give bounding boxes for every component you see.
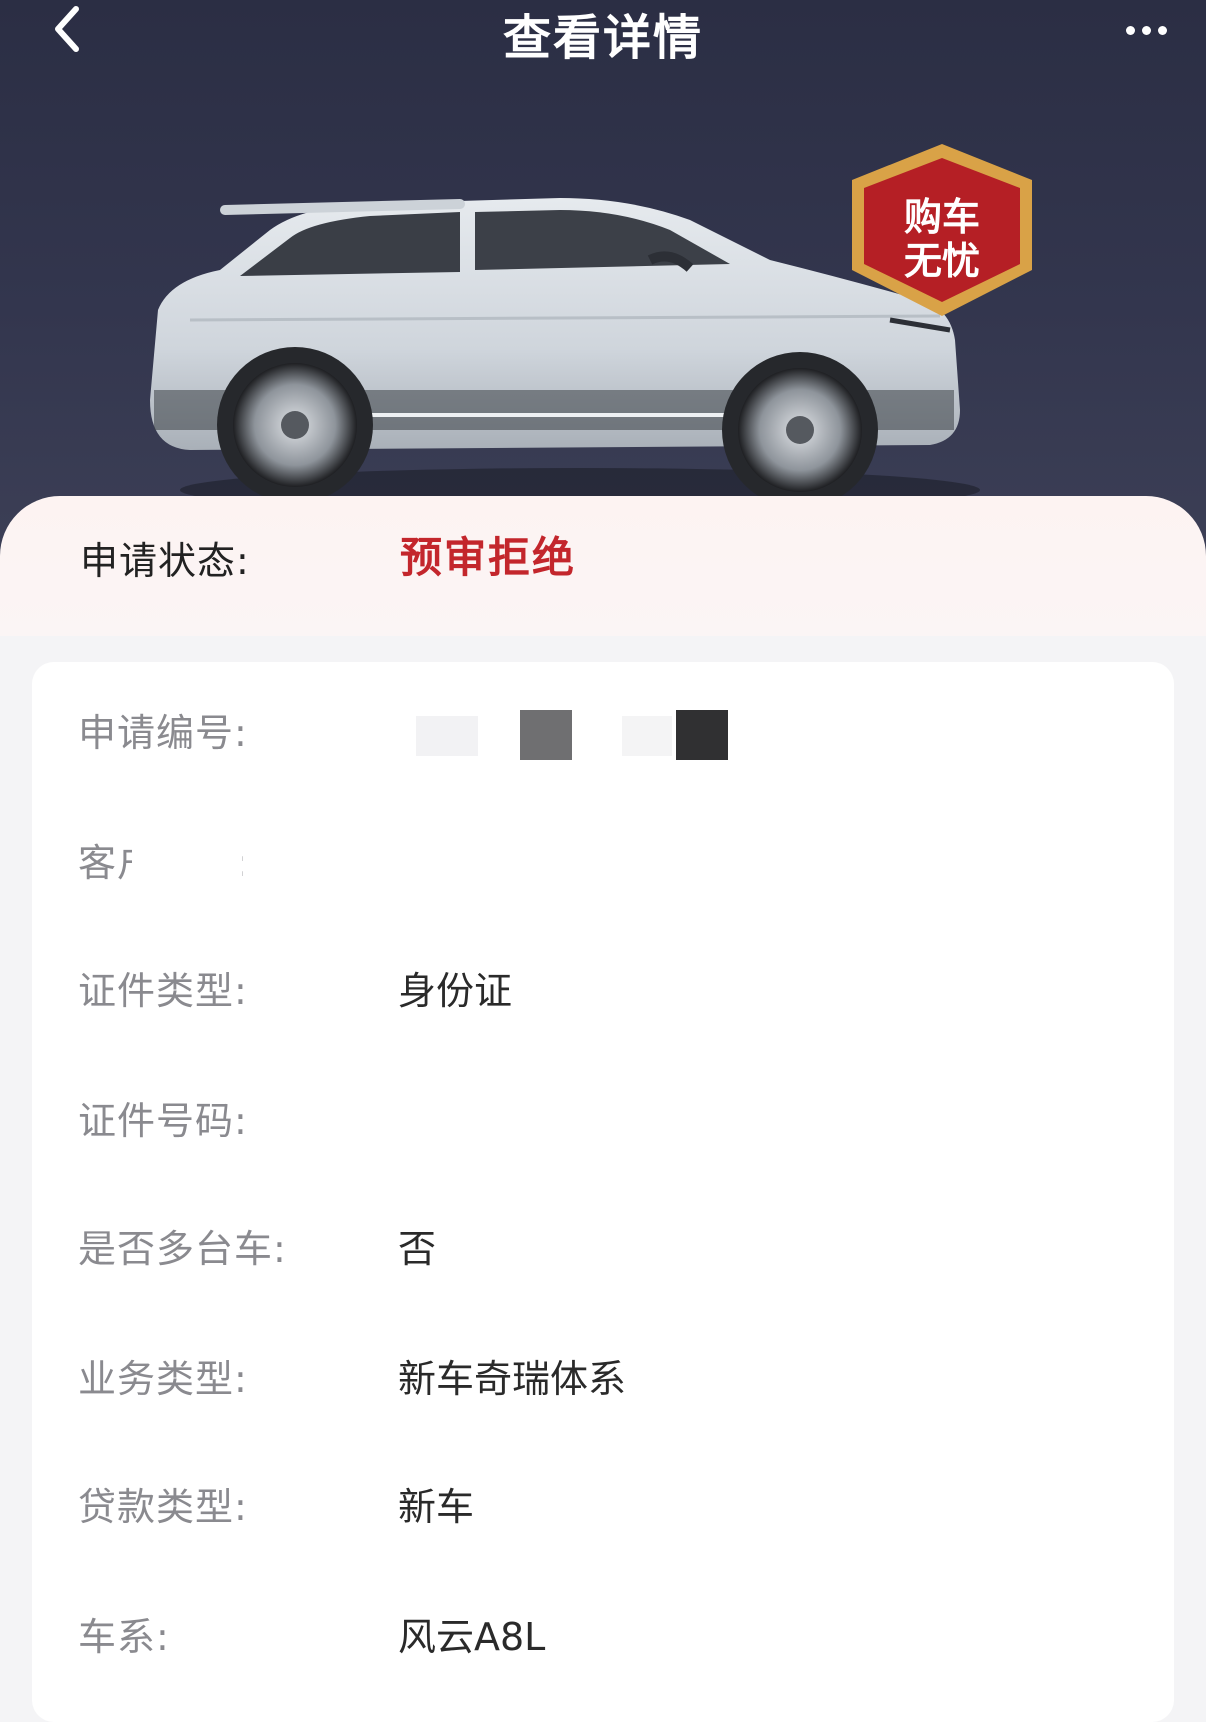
- top-navigation-bar: 查看详情: [0, 0, 1206, 70]
- status-label: 申请状态:: [80, 539, 250, 583]
- detail-label: 证件类型:: [78, 969, 248, 1013]
- detail-value: 新车奇瑞体系: [398, 1357, 627, 1401]
- badge-line-2: 无忧: [904, 239, 980, 283]
- detail-row-loan-type: 贷款类型: 新车: [32, 1476, 1174, 1546]
- detail-value: 新车: [398, 1485, 475, 1529]
- redaction-block: [392, 1084, 812, 1154]
- page-title: 查看详情: [502, 10, 703, 66]
- status-value: 预审拒绝: [400, 533, 577, 582]
- more-horizontal-icon: [1125, 25, 1135, 35]
- redaction-block: [622, 716, 672, 756]
- detail-value: 风云A8L: [398, 1615, 546, 1659]
- detail-value: 身份证: [398, 969, 513, 1013]
- hero-banner: 查看详情 购车 无忧: [0, 0, 1206, 560]
- detail-value: 否: [398, 1227, 437, 1271]
- detail-label: 证件号码:: [78, 1099, 248, 1143]
- detail-row-application-number: 申请编号:: [32, 702, 1174, 772]
- detail-label: 申请编号:: [78, 711, 248, 755]
- detail-label: 车系:: [78, 1615, 170, 1659]
- detail-row-id-type: 证件类型: 身份证: [32, 960, 1174, 1030]
- redaction-block: [416, 716, 478, 756]
- redaction-block: [132, 826, 242, 896]
- promo-badge: 购车 无忧: [852, 144, 1032, 316]
- detail-label: 贷款类型:: [78, 1485, 248, 1529]
- detail-row-id-number: 证件号码:: [32, 1084, 1174, 1160]
- more-button[interactable]: [1116, 10, 1176, 50]
- detail-label: 是否多台车:: [78, 1227, 287, 1271]
- detail-row-multiple-cars: 是否多台车: 否: [32, 1218, 1174, 1288]
- details-card: 申请编号: 客户姓名: 证件类型: 身份证 证件号码: 是否多台车: 否 业务类…: [32, 662, 1174, 1722]
- redaction-block: [520, 710, 572, 760]
- detail-row-customer-name: 客户姓名:: [32, 826, 1174, 902]
- redaction-block: [676, 710, 728, 760]
- detail-row-car-series: 车系: 风云A8L: [32, 1606, 1174, 1676]
- detail-label: 业务类型:: [78, 1357, 248, 1401]
- detail-row-business-type: 业务类型: 新车奇瑞体系: [32, 1348, 1174, 1418]
- redaction-block: [392, 828, 592, 894]
- badge-line-1: 购车: [904, 195, 980, 239]
